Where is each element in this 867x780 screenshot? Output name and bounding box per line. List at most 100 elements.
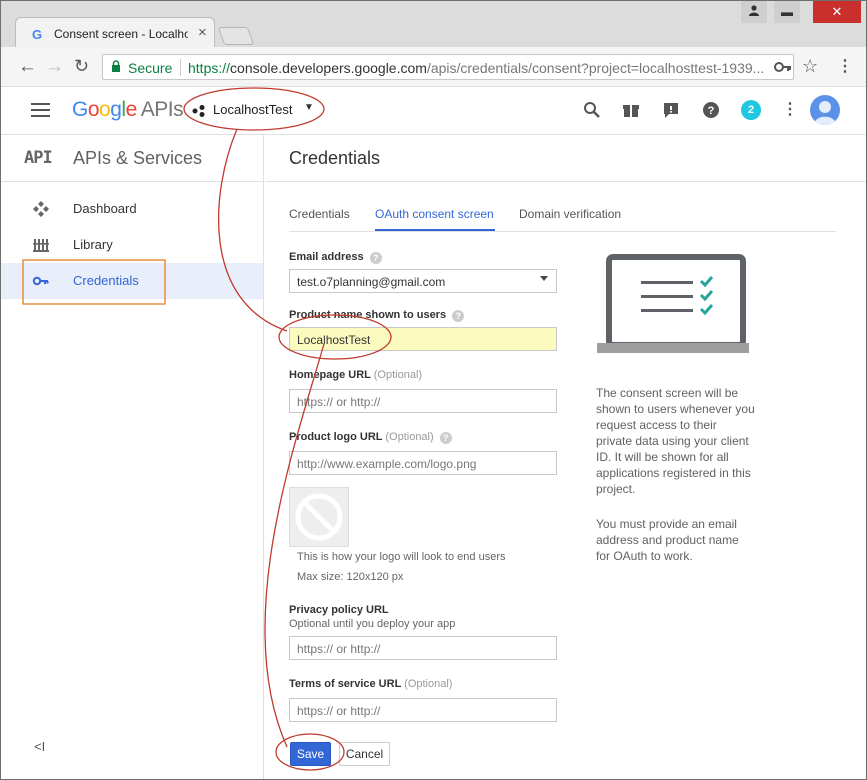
logo-label: Product logo URL (Optional)?	[289, 431, 452, 444]
address-bar-row: ← → ↻ Secure https://console.developers.…	[1, 47, 866, 87]
dashboard-icon	[33, 201, 49, 217]
sidebar-title: APIs & Services	[73, 148, 203, 168]
google-favicon-icon: G	[32, 27, 43, 42]
collapse-sidebar-icon[interactable]: <I	[34, 739, 45, 754]
tab-title: Consent screen - Localhos	[54, 27, 188, 41]
logo-preview	[289, 487, 349, 547]
minimize-button[interactable]: ▬	[774, 1, 800, 23]
forward-arrow-icon[interactable]: →	[45, 56, 64, 78]
logo-note: This is how your logo will look to end u…	[297, 551, 506, 563]
feedback-icon[interactable]	[661, 100, 681, 120]
oauth-requirement-text: You must provide an email address and pr…	[596, 517, 739, 563]
privacy-sublabel: Optional until you deploy your app	[289, 618, 456, 630]
email-select[interactable]: test.o7planning@gmail.com	[289, 269, 557, 293]
browser-window: G Consent screen - Localhos × ▬ ✕ ← → ↻ …	[0, 0, 867, 780]
privacy-placeholder: https:// or http://	[297, 642, 381, 656]
url-path: /apis/credentials/consent?project=localh…	[426, 60, 765, 76]
help-icon[interactable]: ?	[439, 432, 452, 444]
logo-placeholder: http://www.example.com/logo.png	[297, 457, 477, 471]
tab-domain-verification[interactable]: Domain verification	[519, 207, 621, 221]
browser-tab[interactable]: G Consent screen - Localhos ×	[15, 17, 215, 47]
logo-url-field[interactable]: http://www.example.com/logo.png	[289, 451, 557, 475]
google-apis-logo[interactable]: Google APIs	[72, 98, 184, 122]
logo-label-text: Product logo URL	[289, 431, 383, 443]
optional-tag: (Optional)	[385, 431, 434, 443]
person-icon	[749, 5, 759, 16]
sidebar-item-label: Credentials	[73, 273, 139, 288]
reload-icon[interactable]: ↻	[74, 56, 89, 77]
back-arrow-icon[interactable]: ←	[18, 56, 37, 78]
gift-icon[interactable]	[621, 100, 641, 120]
homepage-placeholder: https:// or http://	[297, 395, 381, 409]
avatar-person-icon	[814, 101, 836, 125]
help-icon[interactable]: ?	[369, 252, 382, 264]
key-icon[interactable]	[774, 60, 792, 74]
optional-tag: (Optional)	[404, 678, 453, 690]
app-bar: Google APIs LocalhostTest ▼ ? 2 ⋮	[1, 87, 866, 135]
product-name-value: LocalhostTest	[297, 333, 371, 347]
user-profile-button[interactable]	[741, 1, 767, 23]
google-wordmark: Google	[72, 98, 137, 121]
active-tab-underline	[375, 229, 495, 231]
email-value: test.o7planning@gmail.com	[297, 275, 446, 289]
lock-icon	[112, 60, 120, 72]
help-icon[interactable]: ?	[701, 100, 721, 120]
consent-info-text: The consent screen will be shown to user…	[596, 386, 755, 496]
privacy-url-field[interactable]: https:// or http://	[289, 636, 557, 660]
title-bar: G Consent screen - Localhos × ▬ ✕	[1, 1, 866, 47]
product-name-label-text: Product name shown to users	[289, 309, 447, 321]
project-selector[interactable]: LocalhostTest ▼	[189, 99, 319, 123]
email-label-text: Email address	[289, 251, 364, 263]
sidebar-item-credentials[interactable]: Credentials	[1, 263, 263, 299]
email-label: Email address?	[289, 251, 382, 264]
url-text: https://console.developers.google.com/ap…	[188, 60, 778, 76]
project-dots-icon	[192, 105, 205, 117]
secure-label: Secure	[128, 60, 173, 76]
tos-label-text: Terms of service URL	[289, 678, 402, 690]
tab-close-icon[interactable]: ×	[198, 24, 207, 41]
main-header: Credentials	[265, 135, 866, 182]
url-separator	[180, 59, 181, 76]
main-content: Credentials Credentials OAuth consent sc…	[265, 135, 866, 779]
page-title: Credentials	[289, 148, 381, 168]
hamburger-menu-icon[interactable]	[31, 103, 50, 117]
key-icon	[32, 276, 49, 286]
tab-oauth-consent-screen[interactable]: OAuth consent screen	[375, 207, 494, 221]
save-button[interactable]: Save	[290, 742, 331, 766]
product-name-label: Product name shown to users?	[289, 309, 465, 322]
url-bar[interactable]: Secure https://console.developers.google…	[102, 54, 794, 80]
homepage-label-text: Homepage URL	[289, 369, 371, 381]
help-icon[interactable]: ?	[452, 310, 465, 322]
library-icon	[33, 239, 49, 252]
star-icon[interactable]: ☆	[802, 56, 818, 77]
api-icon: API	[24, 148, 53, 168]
homepage-label: Homepage URL (Optional)	[289, 369, 422, 381]
new-tab-button[interactable]	[217, 27, 255, 45]
tos-url-field[interactable]: https:// or http://	[289, 698, 557, 722]
apis-wordmark: APIs	[140, 98, 184, 121]
logo-size-note: Max size: 120x120 px	[297, 571, 404, 583]
laptop-consent-illustration	[597, 254, 749, 353]
close-window-button[interactable]: ✕	[813, 1, 861, 23]
tos-placeholder: https:// or http://	[297, 704, 381, 718]
sidebar-item-label: Library	[73, 237, 113, 252]
homepage-url-field[interactable]: https:// or http://	[289, 389, 557, 413]
cancel-button[interactable]: Cancel	[339, 742, 390, 766]
more-vert-icon[interactable]: ⋮	[780, 100, 800, 120]
privacy-label: Privacy policy URL	[289, 604, 389, 616]
project-name: LocalhostTest	[213, 102, 293, 117]
chevron-down-icon: ▼	[304, 102, 314, 113]
chevron-down-icon	[540, 276, 548, 281]
notification-badge[interactable]: 2	[741, 100, 761, 120]
no-logo-icon	[295, 493, 343, 541]
avatar[interactable]	[810, 95, 840, 125]
sidebar-item-library[interactable]: Library	[1, 227, 263, 263]
svg-text:?: ?	[708, 105, 715, 117]
sidebar: API APIs & Services Dashboard Library Cr…	[1, 135, 264, 779]
product-name-field[interactable]: LocalhostTest	[289, 327, 557, 351]
search-icon[interactable]	[582, 100, 602, 120]
tab-credentials[interactable]: Credentials	[289, 207, 350, 221]
sidebar-item-dashboard[interactable]: Dashboard	[1, 191, 263, 227]
chrome-menu-icon[interactable]: ⋮	[837, 56, 853, 76]
url-scheme: https://	[188, 60, 231, 76]
